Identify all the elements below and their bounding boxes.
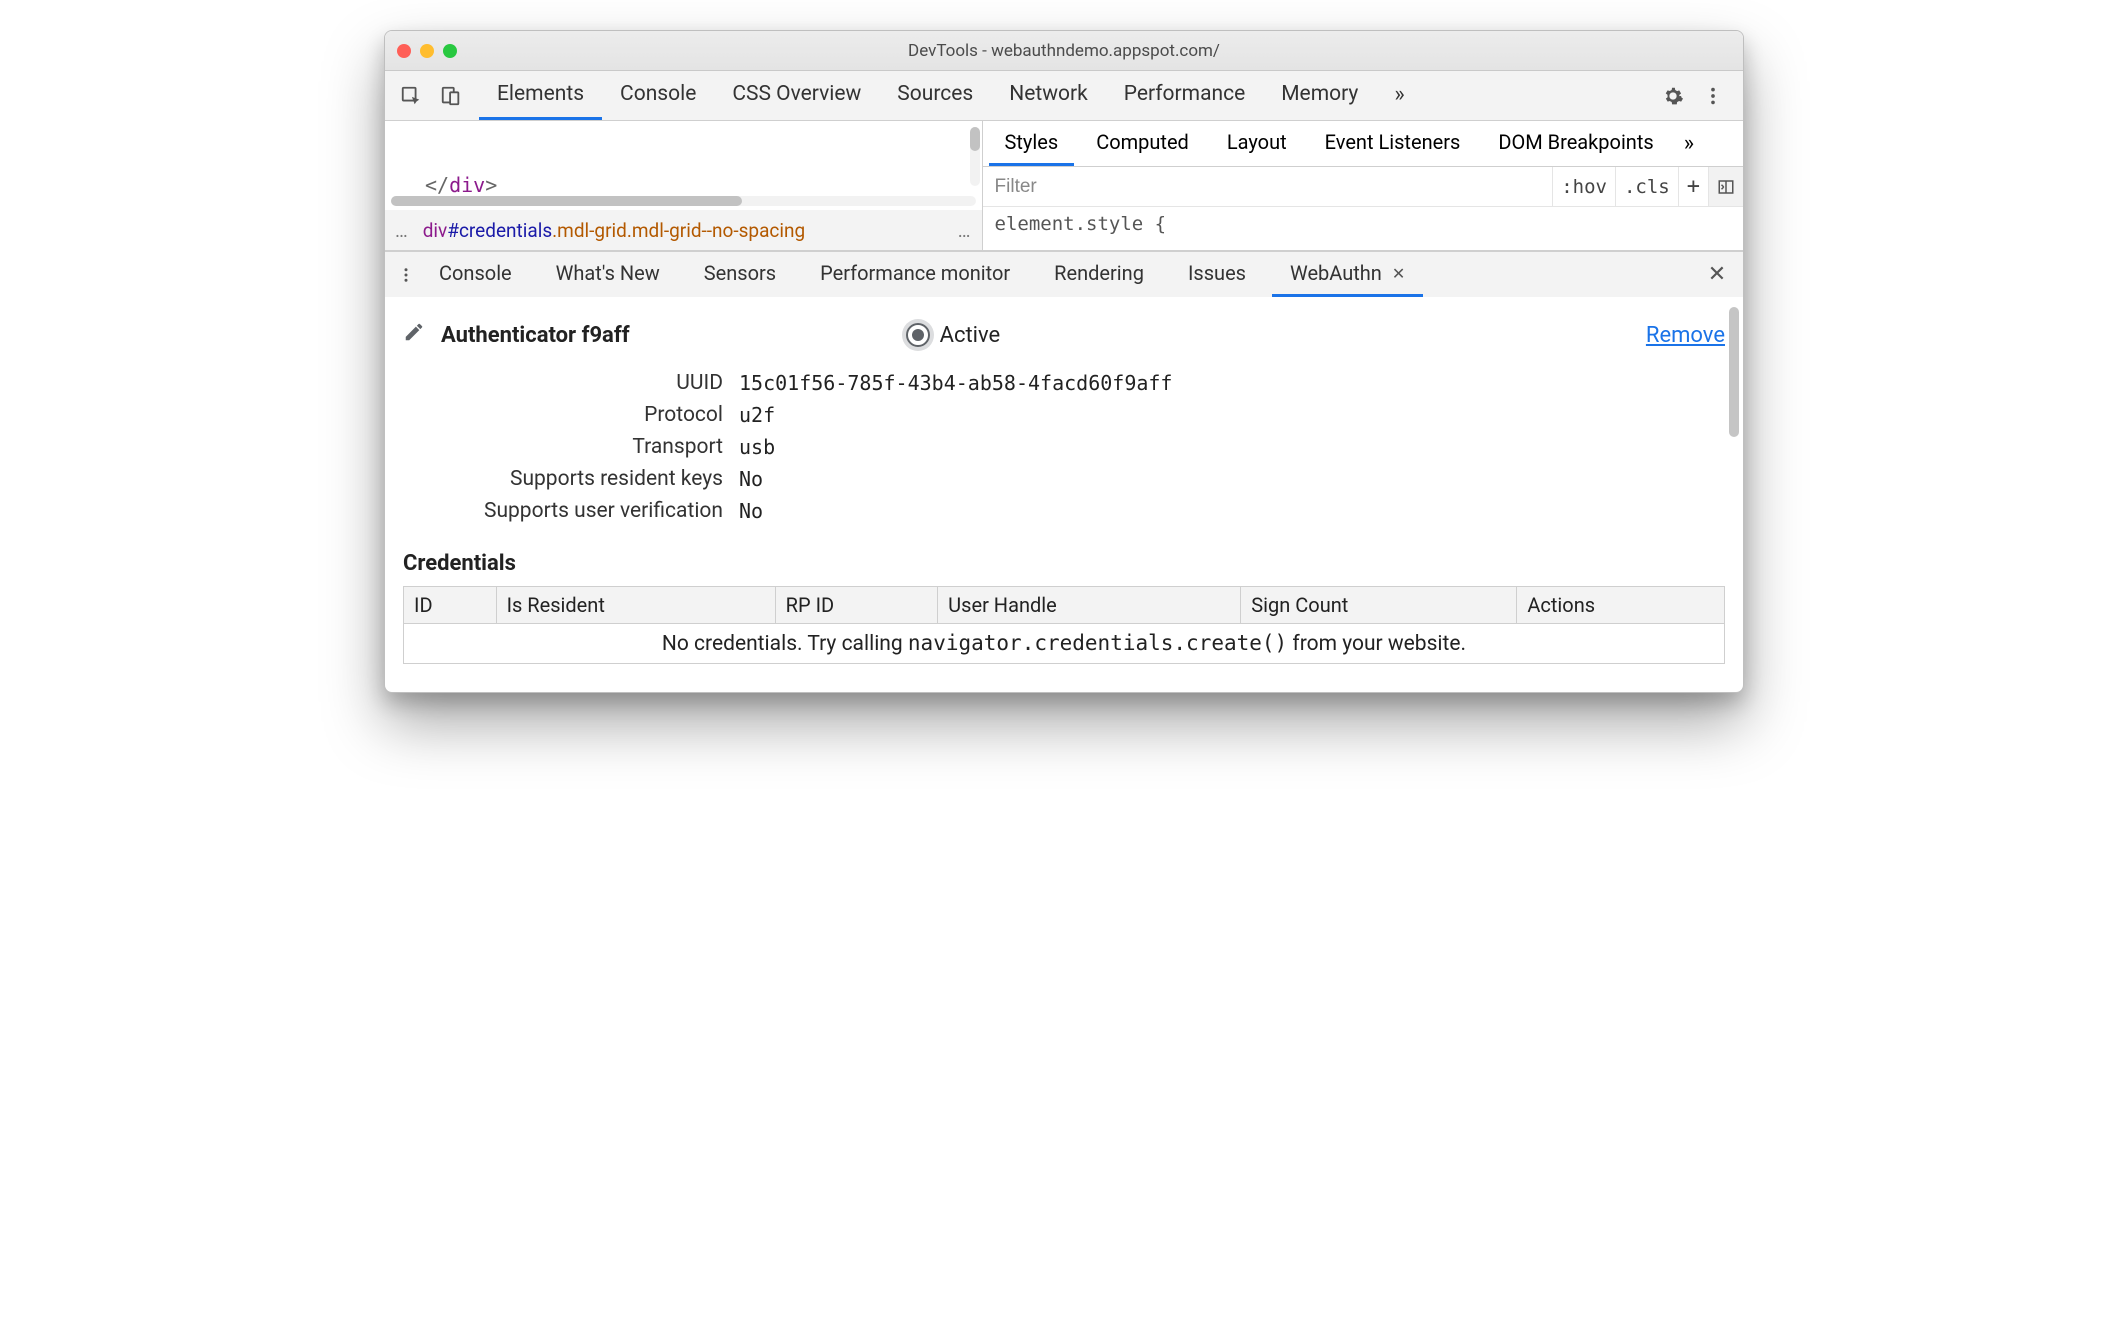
horizontal-scrollbar[interactable] bbox=[391, 196, 976, 206]
remove-link[interactable]: Remove bbox=[1646, 323, 1725, 348]
minimize-window-icon[interactable] bbox=[420, 44, 434, 58]
window-controls bbox=[397, 31, 457, 70]
hov-toggle[interactable]: :hov bbox=[1552, 167, 1615, 206]
tab-elements[interactable]: Elements bbox=[479, 71, 602, 120]
field-value: 15c01f56-785f-43b4-ab58-4facd60f9aff bbox=[739, 371, 1725, 395]
credentials-table: IDIs ResidentRP IDUser HandleSign CountA… bbox=[403, 586, 1725, 664]
column-header: ID bbox=[404, 587, 497, 624]
vertical-scrollbar[interactable] bbox=[970, 127, 980, 186]
styles-tab-event-listeners[interactable]: Event Listeners bbox=[1309, 121, 1477, 166]
active-toggle[interactable]: Active bbox=[906, 323, 1001, 348]
field-value: u2f bbox=[739, 403, 1725, 427]
credentials-empty-row: No credentials. Try calling navigator.cr… bbox=[404, 624, 1725, 664]
inspect-element-icon[interactable] bbox=[391, 71, 431, 120]
sidebar-toggle-icon[interactable] bbox=[1708, 167, 1743, 206]
column-header: Sign Count bbox=[1241, 587, 1517, 624]
field-value: usb bbox=[739, 435, 1725, 459]
credentials-heading: Credentials bbox=[403, 551, 1725, 576]
field-label: Supports resident keys bbox=[403, 467, 723, 491]
styles-filter-input[interactable] bbox=[983, 167, 1553, 206]
vertical-scrollbar[interactable] bbox=[1729, 307, 1739, 437]
field-value: No bbox=[739, 499, 1725, 523]
drawer-tab-performance-monitor[interactable]: Performance monitor bbox=[802, 252, 1028, 297]
authenticator-header: Authenticator f9aff Active Remove bbox=[403, 321, 1725, 349]
field-label: Supports user verification bbox=[403, 499, 723, 523]
tab-css-overview[interactable]: CSS Overview bbox=[714, 71, 879, 120]
cls-toggle[interactable]: .cls bbox=[1615, 167, 1678, 206]
titlebar: DevTools - webauthndemo.appspot.com/ bbox=[385, 31, 1743, 71]
close-tab-icon[interactable]: ✕ bbox=[1392, 264, 1405, 283]
field-label: Transport bbox=[403, 435, 723, 459]
styles-tab-styles[interactable]: Styles bbox=[989, 121, 1075, 166]
edit-icon[interactable] bbox=[403, 321, 425, 349]
tab-sources[interactable]: Sources bbox=[879, 71, 991, 120]
breadcrumb-overflow-left[interactable]: … bbox=[395, 219, 409, 242]
drawer-tab-issues[interactable]: Issues bbox=[1170, 252, 1264, 297]
close-window-icon[interactable] bbox=[397, 44, 411, 58]
field-label: UUID bbox=[403, 371, 723, 395]
dom-pane: </div><script src="js/webauthn.js"></scr… bbox=[385, 121, 983, 250]
styles-tab-dom-breakpoints[interactable]: DOM Breakpoints bbox=[1482, 121, 1669, 166]
styles-pane: StylesComputedLayoutEvent ListenersDOM B… bbox=[983, 121, 1743, 250]
style-rule[interactable]: element.style { bbox=[983, 207, 1743, 241]
dom-tree[interactable]: </div><script src="js/webauthn.js"></scr… bbox=[385, 121, 982, 196]
settings-icon[interactable] bbox=[1655, 85, 1691, 107]
styles-tab-computed[interactable]: Computed bbox=[1080, 121, 1205, 166]
devtools-window: DevTools - webauthndemo.appspot.com/ Ele… bbox=[384, 30, 1744, 693]
webauthn-panel: Authenticator f9aff Active Remove UUID 15… bbox=[385, 297, 1743, 692]
active-label: Active bbox=[940, 323, 1001, 348]
radio-icon bbox=[906, 323, 930, 347]
inspector-split: </div><script src="js/webauthn.js"></scr… bbox=[385, 121, 1743, 251]
drawer-tab-what-s-new[interactable]: What's New bbox=[538, 252, 678, 297]
tab-performance[interactable]: Performance bbox=[1106, 71, 1263, 120]
zoom-window-icon[interactable] bbox=[443, 44, 457, 58]
tabs-overflow-icon[interactable]: » bbox=[1376, 71, 1422, 120]
code-snippet: navigator.credentials.create() bbox=[908, 631, 1287, 655]
drawer-kebab-icon[interactable] bbox=[391, 252, 421, 297]
new-style-rule-button[interactable]: + bbox=[1678, 167, 1708, 206]
styles-tab-layout[interactable]: Layout bbox=[1211, 121, 1303, 166]
authenticator-title: Authenticator f9aff bbox=[441, 323, 630, 348]
column-header: RP ID bbox=[775, 587, 938, 624]
breadcrumb-path[interactable]: div#credentials.mdl-grid.mdl-grid--no-sp… bbox=[423, 219, 944, 242]
breadcrumb-overflow-right[interactable]: … bbox=[958, 219, 972, 242]
window-title: DevTools - webauthndemo.appspot.com/ bbox=[908, 41, 1220, 61]
breadcrumb-classes: .mdl-grid.mdl-grid--no-spacing bbox=[552, 219, 805, 242]
field-label: Protocol bbox=[403, 403, 723, 427]
device-toolbar-icon[interactable] bbox=[431, 71, 471, 120]
breadcrumb-tag: div bbox=[423, 219, 448, 242]
main-tabs: ElementsConsoleCSS OverviewSourcesNetwor… bbox=[385, 71, 1743, 121]
drawer-tab-console[interactable]: Console bbox=[421, 252, 530, 297]
field-value: No bbox=[739, 467, 1725, 491]
breadcrumb: … div#credentials.mdl-grid.mdl-grid--no-… bbox=[385, 210, 982, 250]
breadcrumb-id: #credentials bbox=[447, 219, 552, 242]
drawer-tab-rendering[interactable]: Rendering bbox=[1036, 252, 1162, 297]
drawer-tab-sensors[interactable]: Sensors bbox=[686, 252, 794, 297]
drawer-close-icon[interactable]: ✕ bbox=[1697, 252, 1737, 297]
drawer-tabs: ConsoleWhat's NewSensorsPerformance moni… bbox=[385, 251, 1743, 297]
drawer-tab-webauthn[interactable]: WebAuthn✕ bbox=[1272, 252, 1423, 297]
tab-console[interactable]: Console bbox=[602, 71, 714, 120]
tab-network[interactable]: Network bbox=[991, 71, 1106, 120]
column-header: Actions bbox=[1517, 587, 1725, 624]
column-header: Is Resident bbox=[496, 587, 775, 624]
styles-filter-row: :hov .cls + bbox=[983, 167, 1743, 207]
styles-tabs-overflow-icon[interactable]: » bbox=[1676, 121, 1702, 166]
column-header: User Handle bbox=[938, 587, 1241, 624]
tab-memory[interactable]: Memory bbox=[1263, 71, 1376, 120]
kebab-menu-icon[interactable] bbox=[1695, 85, 1731, 107]
